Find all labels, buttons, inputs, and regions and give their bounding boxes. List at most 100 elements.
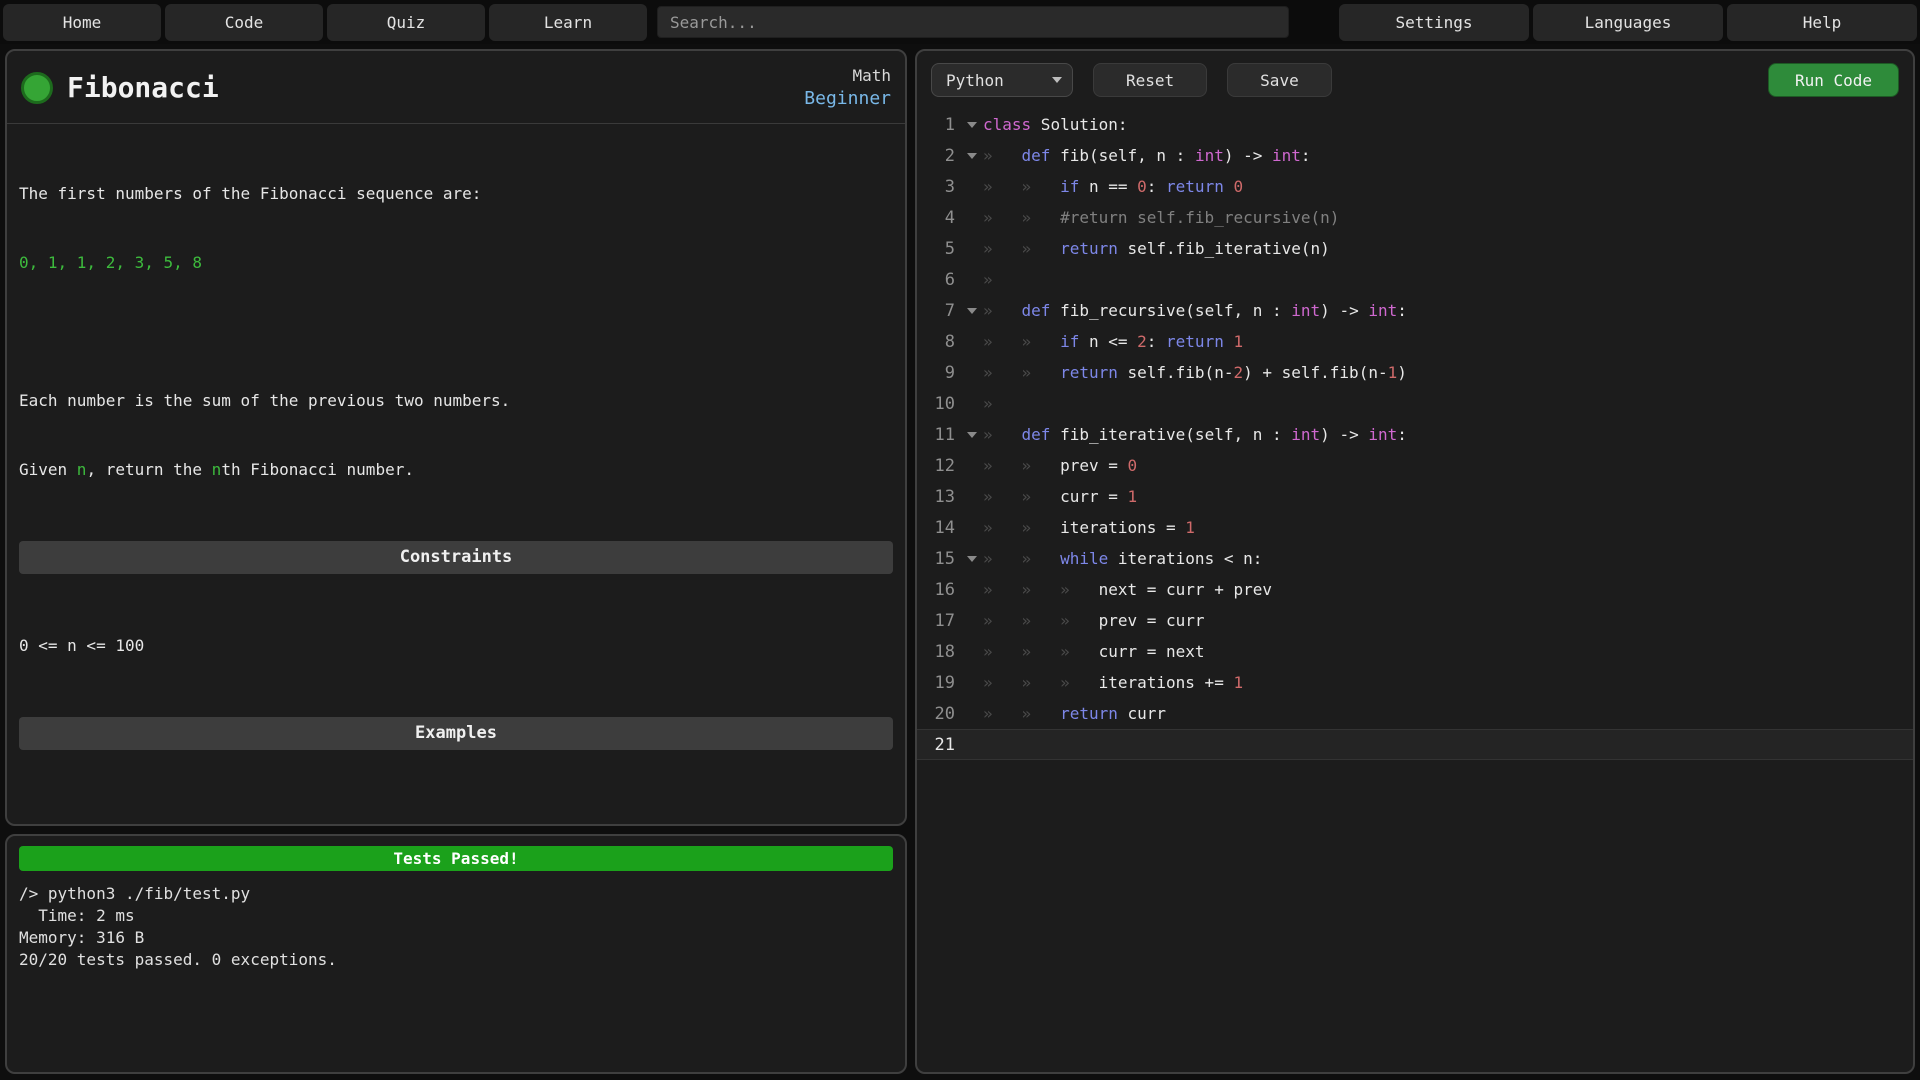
n-variable: n: [212, 460, 222, 479]
code-line[interactable]: 9» » return self.fib(n-2) + self.fib(n-1…: [917, 357, 1913, 388]
code-line[interactable]: 6»: [917, 264, 1913, 295]
left-column: Fibonacci Math Beginner The first number…: [5, 49, 907, 1074]
terminal-line: Time: 2 ms: [19, 905, 893, 927]
problem-category: Math: [804, 65, 891, 87]
fold-chevron-icon[interactable]: [961, 153, 983, 159]
whitespace-marker-icon: »: [1060, 611, 1099, 630]
problem-body: The first numbers of the Fibonacci seque…: [7, 124, 905, 826]
given-text: Given: [19, 460, 77, 479]
line-number: 4: [917, 208, 961, 228]
line-number: 12: [917, 456, 961, 476]
search-input[interactable]: [657, 6, 1289, 38]
problem-panel: Fibonacci Math Beginner The first number…: [5, 49, 907, 826]
language-select[interactable]: Python: [931, 63, 1073, 97]
nav-code-button[interactable]: Code: [165, 4, 323, 41]
whitespace-marker-icon: »: [1060, 673, 1099, 692]
terminal-line: /> python3 ./fib/test.py: [19, 883, 893, 905]
code-line[interactable]: 11 » def fib_iterative(self, n : int) -> …: [917, 419, 1913, 450]
given-text: th Fibonacci number.: [221, 460, 414, 479]
code-line[interactable]: 2 » def fib(self, n : int) -> int:: [917, 140, 1913, 171]
problem-header: Fibonacci Math Beginner: [7, 51, 905, 124]
code-line[interactable]: 8» » if n <= 2: return 1: [917, 326, 1913, 357]
top-nav: Home Code Quiz Learn Settings Languages …: [0, 0, 1920, 44]
code-line[interactable]: 20» » return curr: [917, 698, 1913, 729]
whitespace-marker-icon: »: [983, 146, 1022, 165]
nav-settings-button[interactable]: Settings: [1339, 4, 1529, 41]
code-line[interactable]: 3» » if n == 0: return 0: [917, 171, 1913, 202]
line-number: 1: [917, 115, 961, 135]
constraints-header: Constraints: [19, 541, 893, 574]
nav-languages-button[interactable]: Languages: [1533, 4, 1723, 41]
code-line[interactable]: 17» » » prev = curr: [917, 605, 1913, 636]
code-line[interactable]: 19 » » » iterations += 1: [917, 667, 1913, 698]
run-code-button[interactable]: Run Code: [1768, 63, 1899, 97]
line-number: 11: [917, 425, 961, 445]
code-line[interactable]: 10»: [917, 388, 1913, 419]
code-line[interactable]: 7» def fib_recursive(self, n : int) -> i…: [917, 295, 1913, 326]
whitespace-marker-icon: »: [1022, 487, 1061, 506]
problem-meta: Math Beginner: [804, 65, 891, 111]
code-text: » » » iterations += 1: [983, 673, 1243, 692]
whitespace-marker-icon: »: [983, 394, 1022, 413]
code-lines[interactable]: 1class Solution: 2 » def fib(self, n : int…: [917, 109, 1913, 1072]
problem-intro: The first numbers of the Fibonacci seque…: [19, 182, 893, 205]
fold-chevron-icon[interactable]: [961, 122, 983, 128]
code-text: » » #return self.fib_recursive(n): [983, 208, 1339, 227]
fibonacci-sequence: 0, 1, 1, 2, 3, 5, 8: [19, 251, 893, 274]
whitespace-marker-icon: »: [983, 363, 1022, 382]
fold-chevron-icon[interactable]: [961, 308, 983, 314]
code-text: » def fib(self, n : int) -> int:: [983, 146, 1311, 165]
fold-chevron-icon[interactable]: [961, 556, 983, 562]
code-line[interactable]: 18» » » curr = next: [917, 636, 1913, 667]
code-line[interactable]: 16» » » next = curr + prev: [917, 574, 1913, 605]
main-area: Fibonacci Math Beginner The first number…: [0, 44, 1920, 1080]
terminal-line: 20/20 tests passed. 0 exceptions.: [19, 949, 893, 971]
whitespace-marker-icon: »: [1022, 332, 1061, 351]
nav-home-button[interactable]: Home: [3, 4, 161, 41]
whitespace-marker-icon: »: [1022, 456, 1061, 475]
code-line[interactable]: 1class Solution:: [917, 109, 1913, 140]
code-line[interactable]: 15» » while iterations < n:: [917, 543, 1913, 574]
problem-title: Fibonacci: [67, 71, 219, 104]
line-number: 19: [917, 673, 961, 693]
whitespace-marker-icon: »: [983, 487, 1022, 506]
line-number: 13: [917, 487, 961, 507]
examples-header: Examples: [19, 717, 893, 750]
line-number: 5: [917, 239, 961, 259]
whitespace-marker-icon: »: [983, 456, 1022, 475]
code-text: » » prev = 0: [983, 456, 1137, 475]
line-number: 14: [917, 518, 961, 538]
whitespace-marker-icon: »: [1022, 518, 1061, 537]
code-line[interactable]: 12 » » prev = 0: [917, 450, 1913, 481]
line-number: 2: [917, 146, 961, 166]
test-output-terminal: /> python3 ./fib/test.py Time: 2 ms Memo…: [19, 883, 893, 971]
nav-learn-button[interactable]: Learn: [489, 4, 647, 41]
line-number: 21: [917, 735, 961, 755]
terminal-line: Memory: 316 B: [19, 927, 893, 949]
code-text: » » return curr: [983, 704, 1166, 723]
code-line[interactable]: 4 » » #return self.fib_recursive(n): [917, 202, 1913, 233]
nav-help-button[interactable]: Help: [1727, 4, 1917, 41]
example-1: Input: 3 Output: 2: [19, 810, 893, 826]
reset-button[interactable]: Reset: [1093, 63, 1207, 97]
whitespace-marker-icon: »: [1022, 363, 1061, 382]
whitespace-marker-icon: »: [983, 239, 1022, 258]
code-line[interactable]: 5» » return self.fib_iterative(n): [917, 233, 1913, 264]
code-line[interactable]: 21: [917, 729, 1913, 760]
line-number: 16: [917, 580, 961, 600]
problem-description-line: Each number is the sum of the previous t…: [19, 389, 893, 412]
problem-difficulty[interactable]: Beginner: [804, 87, 891, 111]
whitespace-marker-icon: »: [1022, 177, 1061, 196]
code-line[interactable]: 14» » iterations = 1: [917, 512, 1913, 543]
whitespace-marker-icon: »: [983, 301, 1022, 320]
code-text: » def fib_iterative(self, n : int) -> in…: [983, 425, 1407, 444]
whitespace-marker-icon: »: [983, 425, 1022, 444]
fold-chevron-icon[interactable]: [961, 432, 983, 438]
whitespace-marker-icon: »: [983, 580, 1022, 599]
nav-quiz-button[interactable]: Quiz: [327, 4, 485, 41]
code-text: » def fib_recursive(self, n : int) -> in…: [983, 301, 1407, 320]
editor-toolbar: Python Reset Save Run Code: [917, 51, 1913, 101]
code-line[interactable]: 13» » curr = 1: [917, 481, 1913, 512]
whitespace-marker-icon: »: [1022, 642, 1061, 661]
save-button[interactable]: Save: [1227, 63, 1332, 97]
